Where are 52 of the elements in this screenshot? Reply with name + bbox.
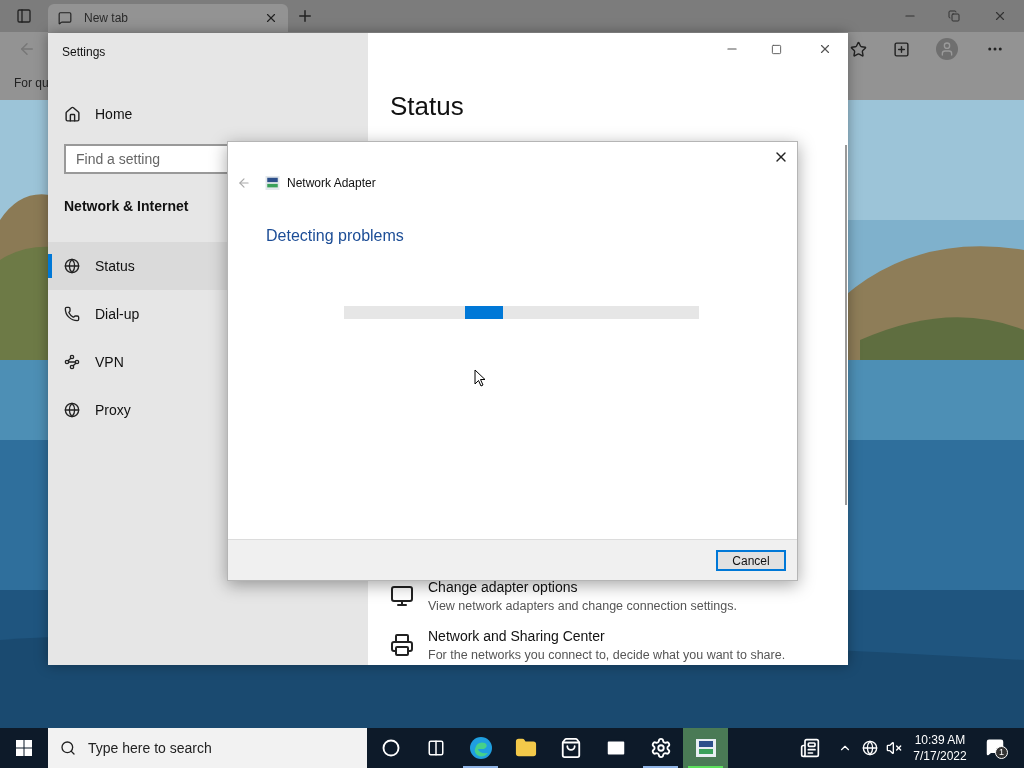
- clock[interactable]: 10:39 AM 7/17/2022: [908, 732, 972, 764]
- section-title: Network & Internet: [64, 197, 190, 216]
- network-adapter-icon: [265, 176, 280, 190]
- globe-icon[interactable]: [862, 740, 878, 756]
- page-heading: Status: [390, 90, 465, 123]
- favorites-icon[interactable]: [850, 40, 867, 58]
- mouse-cursor: [474, 369, 486, 388]
- link-description: View network adapters and change connection settings.: [428, 598, 737, 615]
- cancel-button[interactable]: Cancel: [716, 549, 786, 571]
- window-title: Settings: [62, 44, 107, 61]
- network-adapter-icon: [693, 736, 718, 760]
- new-tab-icon[interactable]: [296, 7, 314, 25]
- bag-icon: [559, 737, 582, 759]
- globe-icon: [64, 258, 80, 274]
- vpn-icon: [64, 354, 80, 370]
- browser-tab[interactable]: New tab: [48, 4, 288, 32]
- settings-link[interactable]: Network and Sharing Center: [428, 627, 786, 646]
- running-indicator: [643, 766, 678, 768]
- volume-muted-icon[interactable]: [886, 740, 902, 756]
- nav-item[interactable]: Dial-up: [48, 290, 368, 338]
- search-icon: [60, 740, 76, 756]
- tab-title: New tab: [84, 10, 130, 27]
- settings-link[interactable]: Change adapter options: [428, 578, 737, 597]
- taskbar-button[interactable]: [683, 728, 728, 768]
- close-icon[interactable]: [993, 9, 1007, 23]
- news-icon[interactable]: [800, 738, 820, 758]
- phone-icon: [64, 306, 80, 322]
- selection-bar: [48, 254, 52, 278]
- sidebar-icon[interactable]: [16, 8, 32, 24]
- settings-icon: [649, 737, 672, 759]
- notification-badge: 1: [995, 746, 1008, 759]
- browser-icon: [468, 736, 493, 760]
- dialog-title: Network Adapter: [287, 175, 376, 192]
- printer-icon: [390, 633, 414, 657]
- favorites-bar-text: For qu: [14, 75, 49, 92]
- running-indicator: [688, 766, 723, 768]
- home-icon: [64, 105, 81, 123]
- maximize-icon[interactable]: [771, 43, 782, 55]
- taskbar-search-field[interactable]: Type here to search: [48, 728, 367, 768]
- monitor-icon: [390, 584, 414, 608]
- running-indicator: [463, 766, 498, 768]
- close-icon[interactable]: [264, 11, 278, 25]
- task-view-icon: [426, 739, 445, 757]
- folder-icon: [514, 737, 537, 759]
- collections-icon[interactable]: [893, 40, 910, 58]
- close-icon[interactable]: [818, 42, 832, 56]
- tab-icon: [58, 11, 72, 25]
- home-item[interactable]: Home: [48, 99, 368, 129]
- circle-icon: [381, 739, 400, 757]
- windows-logo-icon[interactable]: [16, 740, 32, 756]
- link-description: For the networks you connect to, decide what you want to share.: [428, 647, 786, 664]
- globe-icon: [64, 402, 80, 418]
